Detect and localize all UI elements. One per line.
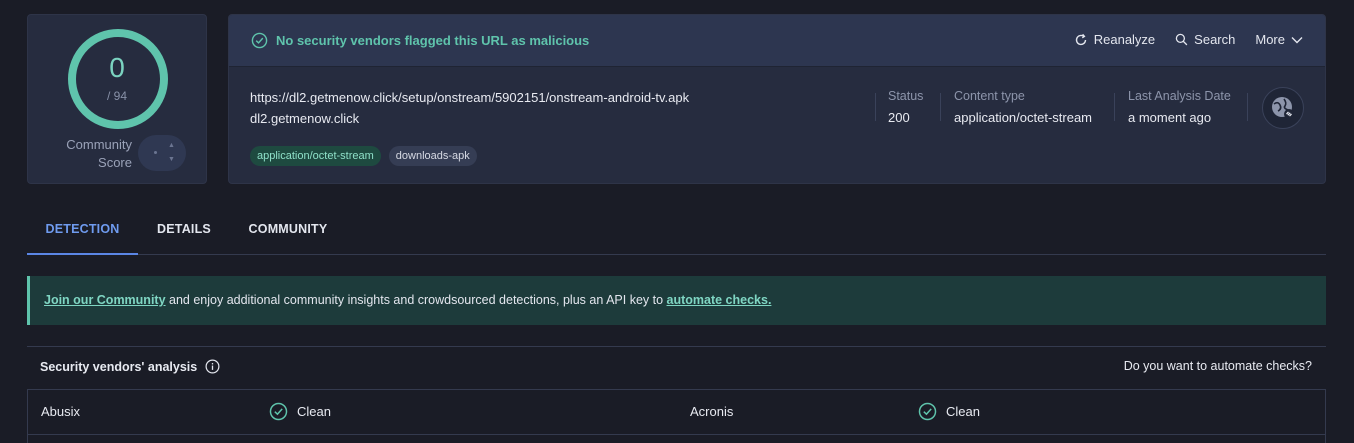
tag-content-type[interactable]: application/octet-stream bbox=[250, 146, 381, 166]
vendor-total: / 94 bbox=[106, 89, 127, 103]
divider bbox=[1247, 93, 1248, 121]
search-icon bbox=[1175, 33, 1188, 46]
vendors-title: Security vendors' analysis bbox=[40, 359, 220, 374]
vote-up-icon[interactable]: ▲ bbox=[168, 142, 175, 149]
header-actions: Reanalyze Search More bbox=[1074, 32, 1303, 47]
check-circle-icon bbox=[918, 402, 937, 421]
chevron-down-icon bbox=[1291, 36, 1303, 43]
vendor-name: Abusix bbox=[41, 404, 81, 419]
tag-list: application/octet-stream downloads-apk bbox=[250, 146, 477, 166]
verdict-text: No security vendors flagged this URL as … bbox=[276, 33, 590, 48]
check-circle-icon bbox=[269, 402, 288, 421]
automate-checks-link[interactable]: automate checks. bbox=[667, 293, 772, 307]
community-banner: Join our Community and enjoy additional … bbox=[27, 276, 1326, 325]
divider bbox=[1114, 93, 1115, 121]
last-analysis-field: Last Analysis Date a moment ago bbox=[1128, 89, 1231, 125]
scanned-url[interactable]: https://dl2.getmenow.click/setup/onstrea… bbox=[250, 90, 689, 105]
status-value: 200 bbox=[888, 110, 910, 125]
community-score-vote[interactable]: ▲ ▼ bbox=[138, 135, 186, 171]
last-analysis-value: a moment ago bbox=[1128, 110, 1212, 125]
divider bbox=[940, 93, 941, 121]
check-circle-icon bbox=[251, 32, 268, 49]
tab-community[interactable]: COMMUNITY bbox=[237, 205, 339, 255]
status-field: Status 200 bbox=[888, 89, 924, 125]
community-score-label: Community Score bbox=[66, 137, 132, 170]
url-report-panel: No security vendors flagged this URL as … bbox=[228, 14, 1326, 184]
vote-down-icon[interactable]: ▼ bbox=[168, 156, 175, 163]
verdict-header: No security vendors flagged this URL as … bbox=[229, 15, 1325, 67]
verdict: No security vendors flagged this URL as … bbox=[251, 32, 589, 49]
divider bbox=[875, 93, 876, 121]
detection-count: 0 bbox=[109, 52, 125, 83]
info-icon[interactable] bbox=[205, 359, 220, 374]
banner-text: and enjoy additional community insights … bbox=[165, 293, 667, 307]
tag-downloads-apk[interactable]: downloads-apk bbox=[388, 146, 477, 166]
automate-checks-question[interactable]: Do you want to automate checks? bbox=[1124, 359, 1312, 373]
report-tabs: DETECTION DETAILS COMMUNITY bbox=[27, 205, 1326, 255]
join-community-link[interactable]: Join our Community bbox=[44, 293, 166, 307]
vendors-header: Security vendors' analysis Do you want t… bbox=[27, 346, 1326, 389]
globe-link-icon bbox=[1272, 97, 1294, 119]
refresh-icon bbox=[1075, 33, 1086, 45]
vendor-name: Acronis bbox=[690, 404, 734, 419]
content-type-value: application/octet-stream bbox=[954, 110, 1093, 125]
more-button[interactable]: More bbox=[1255, 32, 1303, 47]
vendor-result: Clean bbox=[269, 402, 331, 421]
url-globe-button[interactable] bbox=[1262, 87, 1304, 129]
score-dot bbox=[154, 151, 157, 154]
reanalyze-button[interactable]: Reanalyze bbox=[1074, 32, 1155, 47]
table-row: Abusix Clean Acronis Clean bbox=[27, 389, 1326, 435]
tab-details[interactable]: DETAILS bbox=[146, 205, 222, 255]
content-type-field: Content type application/octet-stream bbox=[954, 89, 1093, 125]
scanned-domain[interactable]: dl2.getmenow.click bbox=[250, 111, 359, 126]
table-row bbox=[27, 435, 1326, 443]
vendor-result: Clean bbox=[918, 402, 980, 421]
search-button[interactable]: Search bbox=[1175, 32, 1235, 47]
tab-detection[interactable]: DETECTION bbox=[27, 205, 138, 255]
community-score-card: 0 / 94 Community Score ▲ ▼ bbox=[27, 14, 207, 184]
